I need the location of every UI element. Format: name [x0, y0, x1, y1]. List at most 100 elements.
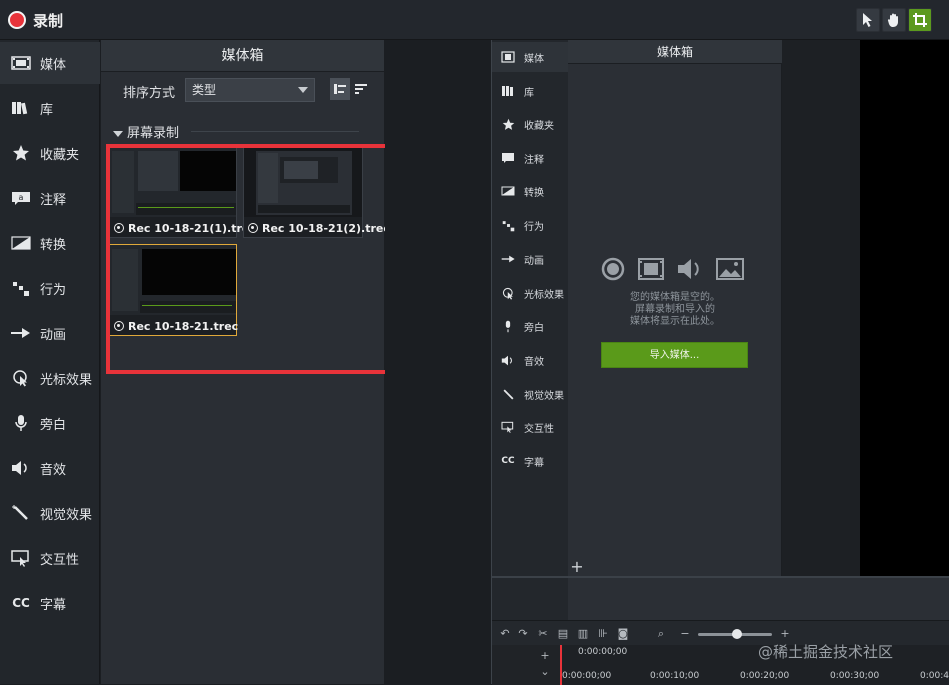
empty-bin-message: 您的媒体箱是空的。 屏幕录制和导入的 媒体将显示在此处。 — [568, 292, 782, 328]
cut-icon[interactable]: ✂ — [536, 627, 550, 641]
section-label: 屏幕录制 — [127, 126, 180, 141]
embedded-sidebar-label: 光标效果 — [524, 289, 564, 301]
embedded-sidebar-label: 交互性 — [524, 423, 554, 435]
zoom-slider-handle[interactable] — [732, 629, 742, 639]
empty-message-line: 屏幕录制和导入的 — [635, 304, 715, 315]
embedded-sidebar-item[interactable]: 行为 — [492, 210, 568, 240]
list-view-icon — [334, 84, 346, 94]
embedded-sidebar-label: 收藏夹 — [524, 120, 554, 132]
svg-text:a: a — [19, 193, 24, 202]
embedded-sidebar-item[interactable]: CC 字幕 — [492, 446, 568, 476]
pan-tool-button[interactable] — [882, 8, 906, 32]
sidebar-item-behaviors[interactable]: 行为 — [0, 267, 100, 309]
animation-icon — [500, 251, 516, 267]
behavior-icon — [10, 277, 32, 299]
embedded-sidebar-item[interactable]: 旁白 — [492, 311, 568, 341]
embedded-media-bin-title: 媒体箱 — [568, 40, 782, 64]
sidebar-item-label: 视觉效果 — [40, 507, 93, 523]
embedded-sidebar-item[interactable]: 动画 — [492, 244, 568, 274]
sidebar-item-favorites[interactable]: 收藏夹 — [0, 132, 100, 174]
speaker-icon — [10, 457, 32, 479]
zoom-in-icon[interactable]: + — [778, 627, 792, 641]
embedded-sidebar-item[interactable]: 库 — [492, 76, 568, 106]
magic-wand-icon — [10, 502, 32, 524]
add-icon[interactable]: + — [568, 558, 586, 576]
embedded-sidebar-label: 字幕 — [524, 457, 544, 469]
left-sidebar: 媒体 库 收藏夹 a 注释 转换 行为 动画 光标效果 旁白 音效 视觉效果 交… — [0, 40, 100, 684]
sidebar-item-label: 音效 — [40, 462, 67, 478]
details-view-button[interactable] — [330, 78, 350, 100]
sidebar-item-label: 库 — [40, 102, 54, 118]
add-track-icon[interactable]: + — [538, 649, 552, 663]
playhead-time: 0:00:00;00 — [578, 647, 628, 657]
speaker-icon — [678, 259, 699, 279]
empty-message-line: 媒体将显示在此处。 — [630, 316, 720, 327]
section-screen-recordings[interactable]: 屏幕录制 — [113, 122, 179, 141]
redo-icon[interactable]: ↷ — [516, 627, 530, 641]
embedded-sidebar-item[interactable]: 视觉效果 — [492, 379, 568, 409]
import-media-button[interactable]: 导入媒体... — [601, 342, 748, 368]
embedded-divider — [492, 576, 949, 578]
sidebar-item-annotations[interactable]: a 注释 — [0, 177, 100, 219]
filmstrip-icon — [500, 49, 516, 65]
split-icon[interactable]: ⊪ — [596, 627, 610, 641]
sidebar-item-visual-effects[interactable]: 视觉效果 — [0, 492, 100, 534]
sidebar-item-label: 行为 — [40, 282, 67, 298]
embedded-sidebar-item[interactable]: 交互性 — [492, 412, 568, 442]
embedded-canvas — [860, 40, 949, 576]
star-icon — [500, 116, 516, 132]
filmstrip-icon — [638, 258, 664, 280]
time-tick: 0:00:30;00 — [830, 671, 880, 681]
sort-dropdown[interactable]: 类型 — [185, 78, 315, 102]
sidebar-item-captions[interactable]: CC 字幕 — [0, 582, 100, 624]
playhead[interactable] — [560, 645, 562, 685]
crop-tool-button[interactable] — [908, 8, 932, 32]
embedded-sidebar-item[interactable]: 转换 — [492, 176, 568, 206]
sort-order-icon — [355, 84, 367, 94]
sidebar-item-cursor-effects[interactable]: 光标效果 — [0, 357, 100, 399]
embedded-sidebar-label: 音效 — [524, 356, 544, 368]
sidebar-item-label: 收藏夹 — [40, 147, 80, 163]
sort-order-button[interactable] — [351, 78, 371, 100]
embedded-editor-screenshot: 媒体 库 收藏夹 注释 转换 行为 动画 光标效果 旁白 音效 视觉效果 交互性… — [491, 40, 949, 685]
sidebar-item-interactivity[interactable]: 交互性 — [0, 537, 100, 579]
cursor-effect-icon — [10, 367, 32, 389]
section-divider — [191, 131, 359, 132]
paste-icon[interactable]: ▥ — [576, 627, 590, 641]
embedded-sidebar-item[interactable]: 光标效果 — [492, 278, 568, 308]
record-icon[interactable] — [8, 11, 26, 29]
sidebar-item-transitions[interactable]: 转换 — [0, 222, 100, 264]
sidebar-item-label: 字幕 — [40, 597, 67, 613]
copy-icon[interactable]: ▤ — [556, 627, 570, 641]
zoom-icon[interactable]: ⌕ — [654, 627, 668, 641]
undo-icon[interactable]: ↶ — [498, 627, 512, 641]
interactive-icon — [500, 419, 516, 435]
sort-label: 排序方式 — [123, 86, 176, 101]
embedded-sidebar-label: 视觉效果 — [524, 390, 564, 402]
empty-message-line: 您的媒体箱是空的。 — [630, 292, 720, 303]
record-circle-icon — [601, 257, 625, 281]
select-tool-button[interactable] — [856, 8, 880, 32]
embedded-sidebar-label: 库 — [524, 87, 534, 99]
sidebar-item-audio-effects[interactable]: 音效 — [0, 447, 100, 489]
sidebar-item-label: 动画 — [40, 327, 67, 343]
embedded-sidebar-item[interactable]: 注释 — [492, 143, 568, 173]
sidebar-item-library[interactable]: 库 — [0, 87, 100, 129]
sidebar-item-media[interactable]: 媒体 — [0, 42, 100, 84]
embedded-sidebar: 媒体 库 收藏夹 注释 转换 行为 动画 光标效果 旁白 音效 视觉效果 交互性… — [492, 40, 568, 620]
sidebar-item-animations[interactable]: 动画 — [0, 312, 100, 354]
embedded-canvas-background — [782, 40, 860, 576]
chevron-down-icon[interactable]: ⌄ — [538, 665, 552, 679]
annotation-icon: a — [10, 187, 32, 209]
embedded-sidebar-item[interactable]: 收藏夹 — [492, 109, 568, 139]
filmstrip-icon — [10, 52, 32, 74]
track-header: + ⌄ — [492, 645, 560, 685]
magic-wand-icon — [500, 386, 516, 402]
embedded-sidebar-item[interactable]: 音效 — [492, 345, 568, 375]
sidebar-item-voice-narration[interactable]: 旁白 — [0, 402, 100, 444]
zoom-out-icon[interactable]: − — [678, 627, 692, 641]
snapshot-icon[interactable]: ◙ — [616, 627, 630, 641]
app-title: 录制 — [33, 12, 64, 30]
microphone-icon — [500, 318, 516, 334]
embedded-sidebar-item[interactable]: 媒体 — [492, 42, 568, 72]
